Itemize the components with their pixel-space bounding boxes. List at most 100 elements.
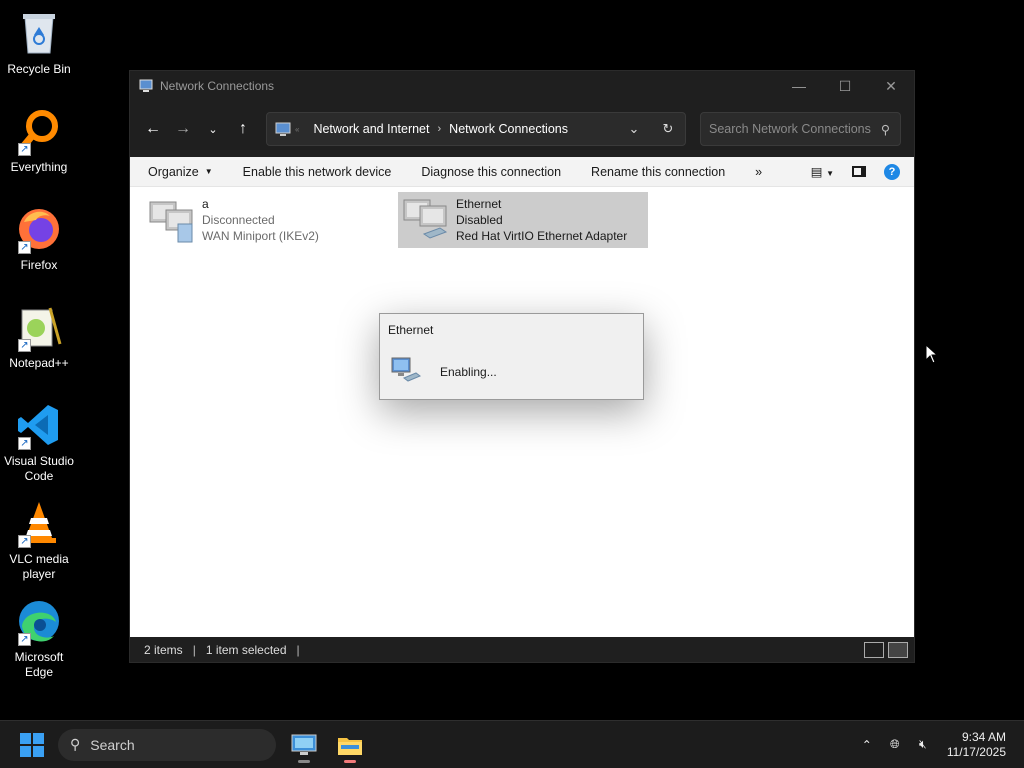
mouse-cursor-icon <box>925 344 939 364</box>
shortcut-arrow-icon: ↗ <box>18 143 31 156</box>
desktop-icon-vlc[interactable]: ↗ VLC media player <box>0 498 78 582</box>
desktop-icon-vscode[interactable]: ↗ Visual Studio Code <box>0 400 78 484</box>
minimize-button[interactable]: — <box>776 71 822 101</box>
notepadpp-icon: ↗ <box>14 302 64 352</box>
navigation-bar: ← → ⌄ ↑ « Network and Internet › Network… <box>130 101 914 157</box>
more-commands-button[interactable]: » <box>755 165 762 179</box>
search-icon: ⚲ <box>70 736 81 752</box>
desktop-icon-everything[interactable]: ↗ Everything <box>0 106 78 175</box>
everything-icon: ↗ <box>14 106 64 156</box>
connections-view[interactable]: a Disconnected WAN Miniport (IKEv2) Ethe… <box>130 187 914 638</box>
taskbar-app-network-connections[interactable] <box>284 725 324 765</box>
connection-name: a <box>202 197 209 211</box>
desktop-icon-label: Firefox <box>20 258 58 272</box>
clock-date: 11/17/2025 <box>946 744 1006 759</box>
wan-miniport-icon <box>149 201 193 243</box>
shortcut-arrow-icon: ↗ <box>18 241 31 254</box>
shortcut-arrow-icon: ↗ <box>18 437 31 450</box>
network-connections-icon <box>139 79 153 92</box>
organize-button[interactable]: Organize ▼ <box>148 165 213 179</box>
desktop-icon-label: Visual Studio Code <box>4 454 74 483</box>
desktop-icon-label: Notepad++ <box>9 356 69 370</box>
dialog-title: Ethernet <box>388 323 434 337</box>
recycle-bin-icon <box>14 8 64 58</box>
enabling-progress-dialog: Ethernet Enabling... <box>379 313 644 400</box>
maximize-button[interactable]: ☐ <box>822 71 868 101</box>
ethernet-adapter-icon <box>403 199 448 239</box>
firefox-icon: ↗ <box>14 204 64 254</box>
running-indicator <box>344 759 356 763</box>
connection-adapter: Red Hat VirtIO Ethernet Adapter <box>456 229 628 243</box>
details-view-button[interactable] <box>864 641 884 658</box>
shortcut-arrow-icon: ↗ <box>18 339 31 352</box>
connection-status: Disconnected <box>202 213 275 227</box>
taskbar: ⚲ Search ⌃ 🌐︎ 🔇︎ 9:34 AM 11/17/2025 <box>0 720 1024 768</box>
back-button[interactable]: ← <box>138 114 168 144</box>
close-button[interactable]: ✕ <box>868 71 914 101</box>
desktop-icon-label: Recycle Bin <box>7 62 71 76</box>
desktop-icon-label: Microsoft Edge <box>14 650 64 679</box>
refresh-button[interactable]: ↻ <box>651 121 685 137</box>
search-input[interactable] <box>709 122 881 136</box>
desktop-icon-notepadpp[interactable]: ↗ Notepad++ <box>0 302 78 371</box>
network-adapter-icon <box>391 357 421 382</box>
search-box[interactable]: ⚲ <box>700 112 901 146</box>
connection-name: Ethernet <box>456 197 502 211</box>
desktop-icon-label: VLC media player <box>9 552 69 581</box>
breadcrumb-overflow-icon[interactable]: « <box>295 125 299 134</box>
forward-button[interactable]: → <box>168 114 198 144</box>
rename-connection-button[interactable]: Rename this connection <box>591 165 725 179</box>
control-panel-icon <box>291 734 317 755</box>
title-bar[interactable]: Network Connections — ☐ ✕ <box>130 71 914 101</box>
shortcut-arrow-icon: ↗ <box>18 535 31 548</box>
change-view-button[interactable]: ▤ ▼ <box>811 164 834 179</box>
system-tray: ⌃ 🌐︎ 🔇︎ 9:34 AM 11/17/2025 <box>853 730 1024 760</box>
chevron-up-icon[interactable]: ⌃ <box>853 738 881 752</box>
control-panel-icon <box>275 122 291 136</box>
vlc-icon: ↗ <box>14 498 64 548</box>
connection-status: Disabled <box>456 213 503 227</box>
large-icons-view-button[interactable] <box>888 641 908 658</box>
address-dropdown-icon[interactable]: ⌄ <box>617 121 651 137</box>
item-count: 2 items <box>144 642 183 657</box>
clock-time: 9:34 AM <box>961 729 1006 744</box>
connection-item-a[interactable]: a Disconnected WAN Miniport (IKEv2) <box>144 192 394 248</box>
speaker-muted-icon[interactable]: 🔇︎ <box>909 737 937 752</box>
connection-adapter: WAN Miniport (IKEv2) <box>202 229 319 243</box>
address-bar[interactable]: « Network and Internet › Network Connect… <box>266 112 686 146</box>
shortcut-arrow-icon: ↗ <box>18 633 31 646</box>
caret-down-icon: ▼ <box>204 167 213 176</box>
desktop-icon-edge[interactable]: ↗ Microsoft Edge <box>0 596 78 680</box>
status-divider: | <box>296 642 300 657</box>
enable-device-button[interactable]: Enable this network device <box>243 165 392 179</box>
connection-item-ethernet[interactable]: Ethernet Disabled Red Hat VirtIO Etherne… <box>398 192 648 248</box>
folder-icon <box>338 737 362 755</box>
taskbar-search-label: Search <box>90 736 135 753</box>
window-title: Network Connections <box>160 79 275 93</box>
preview-pane-button[interactable] <box>852 166 866 177</box>
running-indicator <box>298 759 310 763</box>
globe-network-icon[interactable]: 🌐︎ <box>881 737 909 752</box>
recent-locations-button[interactable]: ⌄ <box>198 114 228 144</box>
organize-label: Organize <box>148 164 199 179</box>
taskbar-search[interactable]: ⚲ Search <box>58 728 276 761</box>
breadcrumb-network-connections[interactable]: Network Connections <box>449 122 568 136</box>
breadcrumb-network-and-internet[interactable]: Network and Internet <box>313 122 429 136</box>
command-bar: Organize ▼ Enable this network device Dia… <box>130 157 914 187</box>
taskbar-app-file-explorer[interactable] <box>330 725 370 765</box>
status-bar: 2 items | 1 item selected | <box>130 637 914 662</box>
help-icon[interactable]: ? <box>884 163 900 180</box>
vscode-icon: ↗ <box>14 400 64 450</box>
dialog-message: Enabling... <box>440 365 497 379</box>
up-button[interactable]: ↑ <box>228 114 258 144</box>
edge-icon: ↗ <box>14 596 64 646</box>
desktop-icon-recycle-bin[interactable]: Recycle Bin <box>0 8 78 77</box>
start-button[interactable] <box>20 732 44 757</box>
search-icon[interactable]: ⚲ <box>881 122 890 137</box>
desktop-icon-label: Everything <box>10 160 68 174</box>
clock[interactable]: 9:34 AM 11/17/2025 <box>947 730 1006 760</box>
desktop-icon-firefox[interactable]: ↗ Firefox <box>0 204 78 273</box>
diagnose-connection-button[interactable]: Diagnose this connection <box>421 165 561 179</box>
chevron-right-icon[interactable]: › <box>438 123 442 135</box>
selection-count: 1 item selected <box>205 642 287 657</box>
